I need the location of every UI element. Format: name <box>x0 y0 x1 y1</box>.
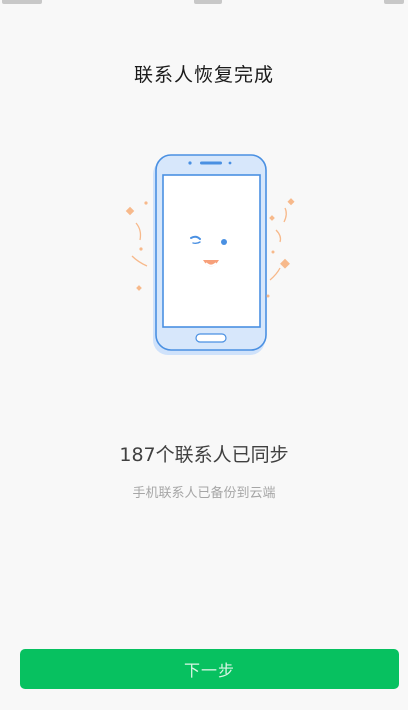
synced-contacts-count: 187个联系人已同步 <box>119 444 289 466</box>
phone-illustration <box>120 150 300 360</box>
status-bar <box>0 0 408 6</box>
status-bar-battery-icon <box>384 0 404 4</box>
page-title: 联系人恢复完成 <box>133 64 274 86</box>
status-bar-time <box>194 0 222 4</box>
status-bar-left <box>2 0 42 4</box>
backup-status-text: 手机联系人已备份到云端 <box>132 486 276 501</box>
next-button[interactable]: 下一步 <box>20 649 399 689</box>
smiling-phone-icon <box>125 154 295 355</box>
